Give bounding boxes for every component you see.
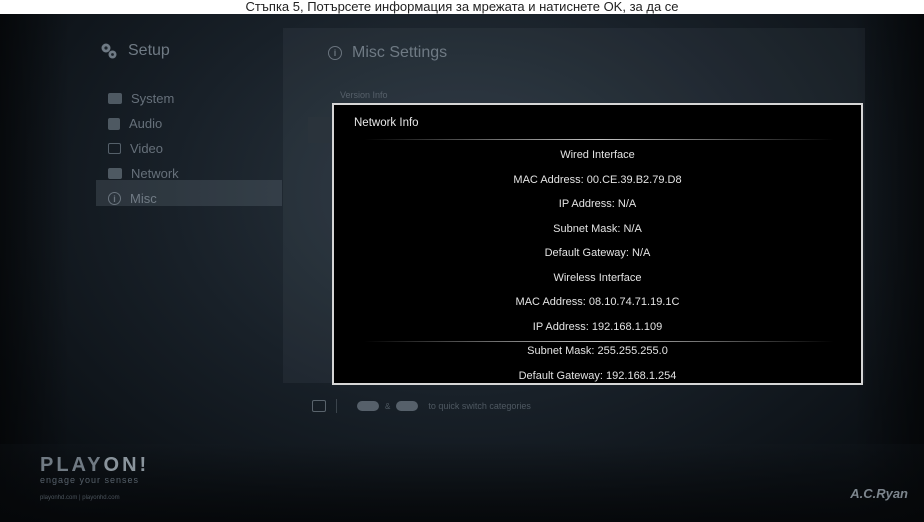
logo-suffix: ON! bbox=[103, 454, 150, 476]
info-line-wired-mac: MAC Address: 00.CE.39.B2.79.D8 bbox=[513, 173, 682, 186]
system-icon bbox=[108, 93, 122, 104]
info-line-wired-heading: Wired Interface bbox=[560, 149, 635, 161]
logo-prefix: PLAY bbox=[40, 454, 104, 476]
info-icon: i bbox=[108, 192, 121, 205]
gear-icon bbox=[101, 43, 117, 59]
menu-item-label: Audio bbox=[129, 116, 163, 131]
page-up-key-icon bbox=[357, 401, 379, 411]
menu-item-misc[interactable]: i Misc bbox=[108, 186, 278, 211]
info-line-wired-subnet: Subnet Mask: N/A bbox=[553, 222, 642, 235]
playon-screen: Setup System Audio Video Network i Misc … bbox=[0, 14, 924, 522]
and-symbol: & bbox=[385, 401, 391, 411]
menu-item-system[interactable]: System bbox=[108, 86, 278, 111]
menu-item-label: System bbox=[131, 91, 175, 106]
playon-logo: PLAYON! bbox=[40, 454, 149, 477]
divider-bottom bbox=[364, 341, 834, 342]
misc-title: Misc Settings bbox=[352, 44, 448, 61]
info-line-wireless-mac: MAC Address: 08.10.74.71.19.1C bbox=[515, 296, 680, 308]
setup-header: Setup bbox=[100, 42, 170, 60]
brand-links: playonhd.com | playonhd.com bbox=[40, 495, 120, 501]
info-line-wireless-heading: Wireless Interface bbox=[553, 271, 642, 284]
dialog-title: Network Info bbox=[354, 117, 419, 129]
info-line-wired-gateway: Default Gateway: N/A bbox=[544, 247, 651, 259]
footer-hint: & to quick switch categories bbox=[312, 399, 531, 413]
info-line-wired-ip: IP Address: N/A bbox=[558, 198, 637, 210]
version-info-label[interactable]: Version Info bbox=[340, 90, 388, 100]
footer-divider bbox=[336, 399, 337, 413]
menu-item-audio[interactable]: Audio bbox=[108, 111, 278, 136]
menu-item-label: Video bbox=[130, 141, 164, 156]
menu-item-label: Network bbox=[131, 166, 179, 181]
list-row-indicator bbox=[308, 117, 330, 143]
footer-hint-text: to quick switch categories bbox=[428, 401, 531, 411]
menu-item-network[interactable]: Network bbox=[108, 161, 278, 186]
menu-item-label: Misc bbox=[130, 191, 157, 206]
acryan-logo: A.C.Ryan bbox=[850, 486, 908, 501]
setup-menu: System Audio Video Network i Misc bbox=[108, 86, 278, 211]
info-icon: i bbox=[328, 46, 342, 60]
divider-top bbox=[364, 139, 834, 140]
setup-title: Setup bbox=[128, 42, 170, 59]
info-line-wireless-gateway: Default Gateway: 192.168.1.254 bbox=[518, 369, 677, 382]
audio-icon bbox=[108, 117, 120, 130]
menu-item-video[interactable]: Video bbox=[108, 136, 278, 161]
network-icon bbox=[108, 168, 122, 179]
page-caption: Стъпка 5, Потърсете информация за мрежат… bbox=[0, 0, 924, 14]
remote-key-icon bbox=[312, 400, 326, 412]
video-icon bbox=[108, 143, 121, 154]
brand-tagline: engage your senses bbox=[40, 475, 140, 485]
network-info-lines: Wired Interface MAC Address: 00.CE.39.B2… bbox=[334, 143, 861, 388]
info-line-wireless-ip: IP Address: 192.168.1.109 bbox=[532, 320, 663, 333]
misc-header: i Misc Settings bbox=[328, 44, 447, 62]
info-line-wireless-subnet: Subnet Mask: 255.255.255.0 bbox=[527, 345, 668, 357]
page-down-key-icon bbox=[396, 401, 419, 411]
playon-brand: PLAYON! engage your senses playonhd.com … bbox=[40, 454, 149, 501]
network-info-dialog: Network Info Wired Interface MAC Address… bbox=[332, 103, 863, 385]
